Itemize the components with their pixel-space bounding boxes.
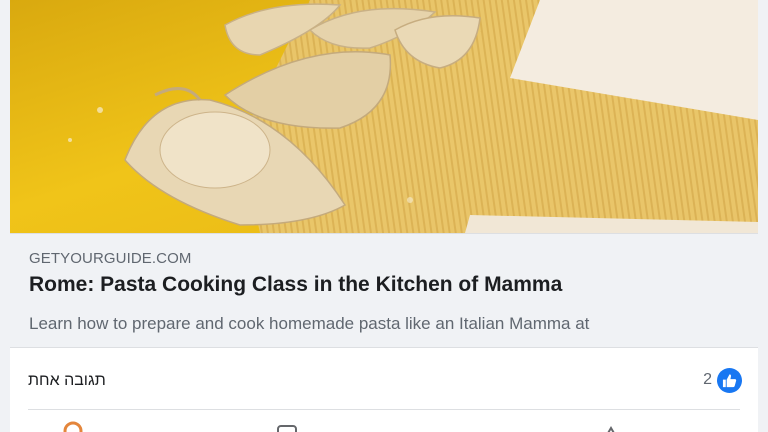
reaction-count: 2 [703, 371, 712, 388]
comment-icon[interactable] [276, 420, 298, 432]
share-icon[interactable] [600, 420, 622, 432]
link-domain: GETYOURGUIDE.COM [29, 250, 192, 267]
link-title: Rome: Pasta Cooking Class in the Kitchen… [29, 273, 563, 296]
reactions-summary[interactable]: 2 [703, 367, 742, 393]
link-preview-image[interactable] [10, 0, 758, 233]
like-icon[interactable] [62, 420, 84, 432]
divider [28, 409, 740, 410]
pasta-photo [10, 0, 758, 233]
link-preview-text[interactable]: GETYOURGUIDE.COM Rome: Pasta Cooking Cla… [10, 233, 758, 348]
comments-count-link[interactable]: תגובה אחת [28, 372, 106, 390]
like-thumb-icon [717, 367, 742, 393]
link-description: Learn how to prepare and cook homemade p… [29, 314, 590, 333]
post-card: GETYOURGUIDE.COM Rome: Pasta Cooking Cla… [10, 0, 758, 432]
